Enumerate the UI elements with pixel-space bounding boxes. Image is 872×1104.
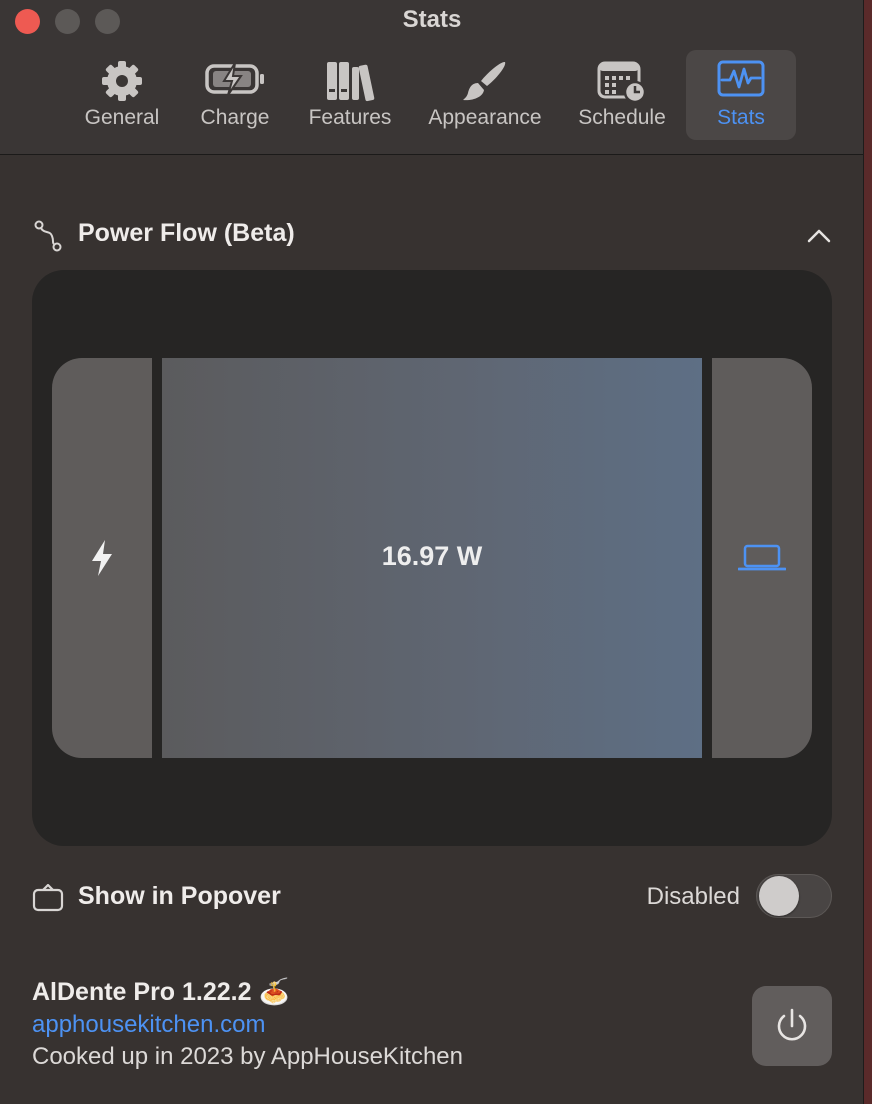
tab-appearance[interactable]: Appearance xyxy=(418,50,552,140)
tab-charge[interactable]: Charge xyxy=(190,50,280,140)
tab-charge-label: Charge xyxy=(200,106,270,129)
tab-features[interactable]: Features xyxy=(300,50,400,140)
waveform-icon xyxy=(717,60,765,97)
tab-schedule[interactable]: Schedule xyxy=(570,50,674,140)
website-link[interactable]: apphousekitchen.com xyxy=(32,1011,463,1043)
flow-path-icon xyxy=(34,220,62,252)
bolt-icon xyxy=(92,540,112,576)
show-in-popover-toggle[interactable] xyxy=(756,874,832,918)
show-in-popover-title: Show in Popover xyxy=(78,882,281,910)
paintbrush-icon xyxy=(463,61,506,101)
app-version-label: AlDente Pro 1.22.2 🍝 xyxy=(32,978,290,1006)
books-icon xyxy=(327,62,375,102)
power-flow-diagram: 16.97 W xyxy=(52,358,812,758)
power-flow-panel: 16.97 W xyxy=(32,270,832,846)
laptop-icon xyxy=(738,544,786,571)
wattage-value: 16.97 W xyxy=(381,541,483,571)
power-flow-title: Power Flow (Beta) xyxy=(78,219,295,247)
tab-stats-label: Stats xyxy=(717,106,765,129)
power-source-segment xyxy=(52,358,152,758)
popover-status-text: Disabled xyxy=(646,883,740,910)
power-flow-segment: 16.97 W xyxy=(162,358,702,758)
footer: AlDente Pro 1.22.2 🍝 apphousekitchen.com… xyxy=(32,978,463,1075)
tab-features-label: Features xyxy=(308,106,392,129)
show-in-popover-row: Show in Popover Disabled xyxy=(32,872,832,920)
credit-text: Cooked up in 2023 by AppHouseKitchen xyxy=(32,1043,463,1070)
popover-icon xyxy=(32,884,64,912)
window-title: Stats xyxy=(402,6,462,33)
battery-charge-icon xyxy=(205,62,264,96)
quit-button[interactable] xyxy=(752,986,832,1066)
tab-stats[interactable]: Stats xyxy=(686,50,796,140)
tab-appearance-label: Appearance xyxy=(428,106,542,129)
power-flow-header[interactable]: Power Flow (Beta) xyxy=(32,216,832,256)
settings-window: Stats General Charge Features Appearance… xyxy=(0,0,864,1104)
tab-general-label: General xyxy=(84,106,160,129)
tab-general[interactable]: General xyxy=(76,50,168,140)
power-icon xyxy=(777,1008,807,1041)
tab-schedule-label: Schedule xyxy=(578,106,666,129)
toggle-knob xyxy=(759,876,799,916)
title-bar: Stats General Charge Features Appearance… xyxy=(0,0,863,155)
power-destination-segment xyxy=(712,358,812,758)
chevron-up-icon[interactable] xyxy=(806,218,832,252)
calendar-clock-icon xyxy=(597,61,647,103)
gear-icon xyxy=(102,61,142,101)
